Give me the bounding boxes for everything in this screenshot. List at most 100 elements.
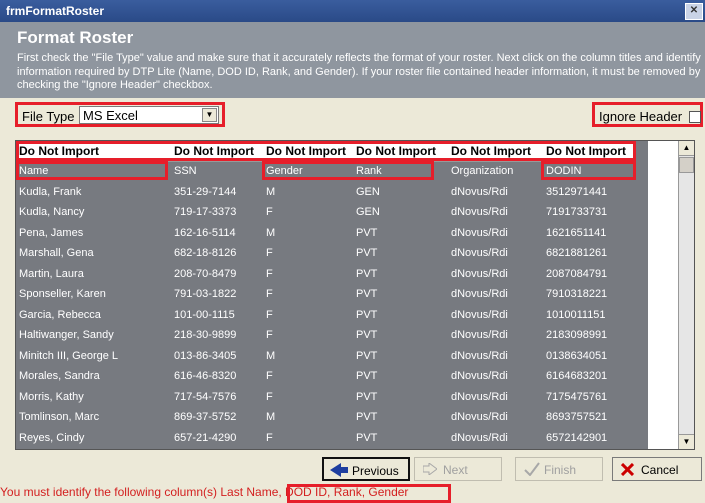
table-cell: Reyes, Cindy <box>19 431 85 444</box>
finish-button-label: Finish <box>544 463 577 477</box>
format-roster-window: frmFormatRoster ✕ Format Roster First ch… <box>0 0 705 503</box>
close-x-icon <box>621 463 634 476</box>
table-cell: 1621651141 <box>546 226 607 239</box>
table-cell: Haltiwanger, Sandy <box>19 329 114 341</box>
table-cell: 682-18-8126 <box>174 247 237 259</box>
name-cell-highlight <box>16 161 168 180</box>
chevron-down-icon[interactable]: ▼ <box>202 108 217 122</box>
ignore-header-label: Ignore Header <box>599 109 683 124</box>
table-cell: 657-21-4290 <box>174 431 237 444</box>
dodin-cell-highlight <box>541 161 636 180</box>
table-cell: 7175475761 <box>546 390 608 403</box>
file-type-value: MS Excel <box>83 108 138 123</box>
table-cell: 6572142901 <box>546 431 608 444</box>
table-cell: 6164683201 <box>546 370 608 382</box>
table-cell: PVT <box>356 411 378 423</box>
table-cell: dNovus/Rdi <box>451 247 508 259</box>
table-cell: dNovus/Rdi <box>451 226 508 239</box>
cancel-button-label: Cancel <box>641 463 679 477</box>
grid-empty-area <box>648 141 680 449</box>
table-cell: 218-30-9899 <box>174 329 237 341</box>
table-cell: PVT <box>356 349 378 362</box>
instructions-text: First check the "File Type" value and ma… <box>17 52 701 91</box>
table-cell: dNovus/Rdi <box>451 411 508 423</box>
table-cell: F <box>266 390 273 403</box>
table-cell: 1010011151 <box>546 308 606 321</box>
table-cell: Marshall, Gena <box>19 247 94 259</box>
scroll-thumb[interactable] <box>679 157 694 173</box>
ignore-header-checkbox[interactable] <box>689 111 701 123</box>
table-row: Marshall, Gena 682-18-8126 F PVT dNovus/Rdi 6… <box>16 244 648 262</box>
table-cell: PVT <box>356 288 378 300</box>
table-cell: M <box>266 185 276 198</box>
table-cell: Morris, Kathy <box>19 390 84 403</box>
table-cell: Martin, Laura <box>19 267 84 280</box>
table-cell: PVT <box>356 308 378 321</box>
table-cell: SSN <box>174 165 197 177</box>
table-cell: F <box>266 206 273 218</box>
page-header: Format Roster First check the "File Type… <box>0 22 705 98</box>
file-type-select[interactable]: MS Excel ▼ <box>79 106 219 124</box>
table-cell: Organization <box>451 165 514 177</box>
checkmark-icon <box>524 462 540 476</box>
cancel-button[interactable]: Cancel <box>612 457 702 481</box>
roster-grid[interactable]: Do Not Import Do Not Import Do Not Import D… <box>15 140 695 450</box>
table-cell: Morales, Sandra <box>19 370 100 382</box>
column-header-highlight <box>16 141 636 161</box>
previous-button[interactable]: Previous <box>322 457 410 481</box>
table-cell: F <box>266 288 273 300</box>
table-row: Tomlinson, Marc 869-37-5752 M PVT dNovus/Rdi… <box>16 408 648 426</box>
table-cell: Tomlinson, Marc <box>19 411 100 423</box>
table-cell: 162-16-5114 <box>174 226 236 239</box>
table-cell: PVT <box>356 329 378 341</box>
table-cell: dNovus/Rdi <box>451 308 508 321</box>
scroll-up-icon[interactable]: ▲ <box>679 141 694 156</box>
gender-rank-cell-highlight <box>262 161 434 180</box>
table-cell: 351-29-7144 <box>174 185 237 198</box>
title-bar: frmFormatRoster ✕ <box>0 0 705 22</box>
table-row: Kudla, Frank 351-29-7144 M GEN dNovus/Rdi 351… <box>16 182 648 201</box>
table-cell: F <box>266 431 273 444</box>
table-cell: PVT <box>356 370 378 382</box>
table-cell: 8693757521 <box>546 411 608 423</box>
table-cell: Sponseller, Karen <box>19 288 106 300</box>
table-cell: dNovus/Rdi <box>451 390 508 403</box>
table-cell: F <box>266 247 273 259</box>
grid-scrollbar[interactable]: ▲ ▼ <box>678 141 694 449</box>
table-cell: M <box>266 349 276 362</box>
table-cell: 616-46-8320 <box>174 370 237 382</box>
forward-arrow-icon <box>423 463 437 475</box>
window-title: frmFormatRoster <box>6 4 105 18</box>
next-button-label: Next <box>443 463 468 477</box>
table-cell: 2183098991 <box>546 329 608 341</box>
table-cell: PVT <box>356 267 378 280</box>
table-row: Sponseller, Karen 791-03-1822 F PVT dNovus/R… <box>16 285 648 303</box>
table-cell: 791-03-1822 <box>174 288 237 300</box>
table-row: Pena, James 162-16-5114 M PVT dNovus/Rdi 1621… <box>16 223 648 242</box>
scroll-down-icon[interactable]: ▼ <box>679 434 694 449</box>
table-cell: 869-37-5752 <box>174 411 237 423</box>
table-row: Morris, Kathy 717-54-7576 F PVT dNovus/Rdi 71… <box>16 387 648 406</box>
table-cell: 2087084791 <box>546 267 608 280</box>
table-cell: GEN <box>356 185 380 198</box>
table-cell: GEN <box>356 206 380 218</box>
table-cell: dNovus/Rdi <box>451 431 508 444</box>
table-cell: 7191733731 <box>546 206 608 218</box>
table-cell: M <box>266 226 276 239</box>
table-cell: dNovus/Rdi <box>451 288 508 300</box>
table-cell: dNovus/Rdi <box>451 370 508 382</box>
table-row: Minitch III, George L 013-86-3405 M PVT dNov… <box>16 346 648 365</box>
table-cell: dNovus/Rdi <box>451 349 508 362</box>
back-arrow-icon <box>330 463 348 477</box>
table-cell: 3512971441 <box>546 185 608 198</box>
table-cell: Minitch III, George L <box>19 349 119 362</box>
table-cell: F <box>266 308 273 321</box>
table-cell: dNovus/Rdi <box>451 206 508 218</box>
finish-button[interactable]: Finish <box>515 457 603 481</box>
window-close-button[interactable]: ✕ <box>685 3 703 20</box>
table-cell: 0138634051 <box>546 349 608 362</box>
next-button[interactable]: Next <box>414 457 502 481</box>
table-row: Kudla, Nancy 719-17-3373 F GEN dNovus/Rdi 719… <box>16 203 648 221</box>
table-row: Martin, Laura 208-70-8479 F PVT dNovus/Rdi 20… <box>16 264 648 283</box>
table-cell: dNovus/Rdi <box>451 267 508 280</box>
